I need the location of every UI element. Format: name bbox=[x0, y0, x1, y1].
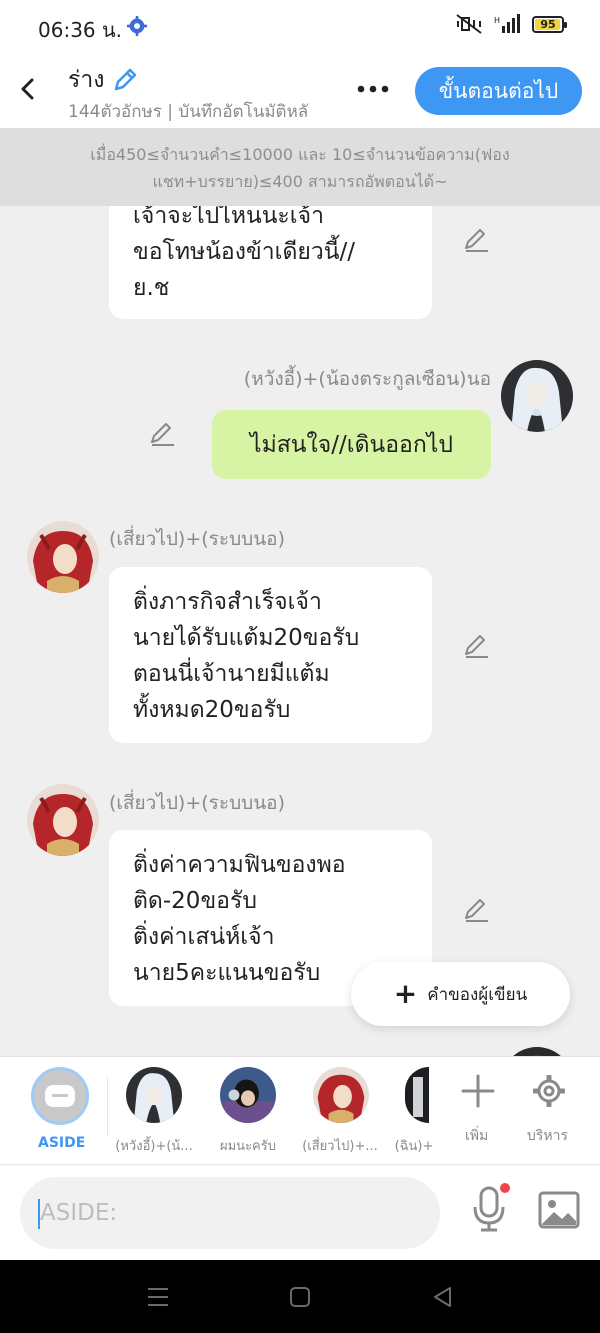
publish-requirement-notice: เมื่อ450≤จำนวนคำ≤10000 และ 10≤จำนวนข้อคว… bbox=[0, 128, 600, 206]
narration-icon bbox=[45, 1085, 75, 1107]
manage-label: บริหาร bbox=[527, 1128, 569, 1144]
character-label: (ฉิน)+ bbox=[394, 1139, 434, 1154]
home-icon[interactable] bbox=[287, 1284, 313, 1310]
message-line: ตอนนี่เจ้านายมีแต้ม bbox=[133, 661, 330, 687]
back-arrow-icon[interactable] bbox=[14, 74, 44, 104]
message-line: ติ่งภารกิจสำเร็จเจ้า bbox=[133, 589, 322, 615]
message-bubble[interactable]: ติ่งภารกิจสำเร็จเจ้า นายได้รับแต้ม20ขอรั… bbox=[109, 567, 432, 743]
text-caret bbox=[38, 1199, 40, 1229]
speaker-name: (เสี่ยวไป)+(ระบบนอ) bbox=[109, 528, 286, 550]
edit-message-icon[interactable] bbox=[148, 420, 176, 448]
page-title[interactable]: ร่าง bbox=[68, 62, 139, 98]
avatar[interactable] bbox=[501, 360, 573, 432]
author-note-button[interactable]: + คำของผู้เขียน bbox=[351, 962, 570, 1026]
message-line: ขอโทษน้องข้าเดียวนี้// bbox=[133, 239, 356, 265]
status-time: 06:36 น. bbox=[38, 18, 123, 42]
add-character-icon[interactable] bbox=[460, 1073, 496, 1109]
autosave-subtitle: 144ตัวอักษร | บันทึกอัตโนมัติหลั bbox=[68, 102, 309, 122]
avatar[interactable] bbox=[501, 1047, 573, 1056]
aside-selector[interactable] bbox=[31, 1067, 89, 1125]
message-line: ทั้งหมด20ขอรับ bbox=[133, 697, 291, 723]
next-step-button[interactable]: ขั้นตอนต่อไป bbox=[415, 67, 582, 115]
settings-gear-icon[interactable] bbox=[531, 1073, 567, 1109]
speaker-name: (หวังอี้)+(น้องตระกูลเซือน)นอ bbox=[243, 368, 491, 390]
speaker-name: (เสี่ยวไป)+(ระบบนอ) bbox=[109, 792, 286, 814]
character-label: ผมนะครับ bbox=[220, 1139, 276, 1154]
recent-apps-icon[interactable] bbox=[145, 1284, 171, 1310]
plus-icon: + bbox=[393, 977, 418, 1010]
mute-vibrate-icon bbox=[456, 14, 482, 34]
message-line: ติ่งค่าเสน่ห์เจ้า bbox=[133, 924, 275, 950]
divider bbox=[107, 1077, 108, 1137]
message-bubble[interactable]: เจ้าจะไปไหนนะเจ้า ขอโทษน้องข้าเดียวนี้//… bbox=[109, 206, 432, 319]
message-input[interactable] bbox=[20, 1177, 440, 1249]
character-avatar[interactable] bbox=[220, 1067, 276, 1123]
edit-message-icon[interactable] bbox=[462, 896, 490, 924]
system-nav-bar bbox=[0, 1260, 600, 1333]
notification-dot bbox=[500, 1183, 510, 1193]
character-avatar[interactable] bbox=[126, 1067, 182, 1123]
message-bubble[interactable]: ไม่สนใจ//เดินออกไป bbox=[212, 410, 491, 479]
character-selector: ASIDE (หวังอี้)+(น้... ผมนะครับ (เสี่ยวไ… bbox=[0, 1056, 600, 1164]
title-text: ร่าง bbox=[68, 67, 105, 93]
message-line: นายได้รับแต้ม20ขอรับ bbox=[133, 625, 360, 651]
character-label: (หวังอี้)+(น้... bbox=[115, 1139, 193, 1154]
character-avatar[interactable] bbox=[313, 1067, 369, 1123]
back-nav-icon[interactable] bbox=[430, 1284, 456, 1310]
character-avatar[interactable] bbox=[405, 1067, 429, 1123]
more-options-icon[interactable] bbox=[356, 74, 390, 104]
signal-icon: H bbox=[494, 14, 520, 33]
character-label: (เสี่ยวไป)+... bbox=[302, 1139, 378, 1154]
edit-message-icon[interactable] bbox=[462, 632, 490, 660]
gear-icon bbox=[126, 15, 148, 37]
status-bar: 06:36 น. H 95 bbox=[0, 0, 600, 52]
battery-level: 95 bbox=[540, 17, 556, 31]
image-icon[interactable] bbox=[538, 1191, 580, 1229]
message-line: ติด-20ขอรับ bbox=[133, 888, 257, 914]
message-line: ย.ช bbox=[133, 275, 170, 301]
avatar[interactable] bbox=[27, 784, 99, 856]
input-bar bbox=[0, 1164, 600, 1260]
chat-area[interactable]: เจ้าจะไปไหนนะเจ้า ขอโทษน้องข้าเดียวนี้//… bbox=[0, 206, 600, 1056]
status-icons: H 95 bbox=[456, 14, 567, 34]
message-line: ติ่งค่าความฟินของพอ bbox=[133, 852, 346, 878]
notice-line-2: แชท+บรรยาย)≤400 สามารถอัพตอนได้~ bbox=[152, 172, 448, 191]
author-note-label: คำของผู้เขียน bbox=[427, 984, 528, 1005]
edit-title-icon[interactable] bbox=[111, 66, 139, 94]
message-text: ไม่สนใจ//เดินออกไป bbox=[250, 431, 453, 458]
app-header: ร่าง 144ตัวอักษร | บันทึกอัตโนมัติหลั ขั… bbox=[0, 52, 600, 128]
add-character-label: เพิ่ม bbox=[465, 1128, 489, 1144]
edit-message-icon[interactable] bbox=[462, 226, 490, 254]
notice-line-1: เมื่อ450≤จำนวนคำ≤10000 และ 10≤จำนวนข้อคว… bbox=[90, 145, 510, 164]
aside-label: ASIDE bbox=[38, 1135, 86, 1151]
avatar[interactable] bbox=[27, 521, 99, 593]
message-line: เจ้าจะไปไหนนะเจ้า bbox=[133, 206, 325, 229]
svg-text:H: H bbox=[494, 16, 500, 25]
battery-indicator: 95 bbox=[532, 15, 567, 33]
